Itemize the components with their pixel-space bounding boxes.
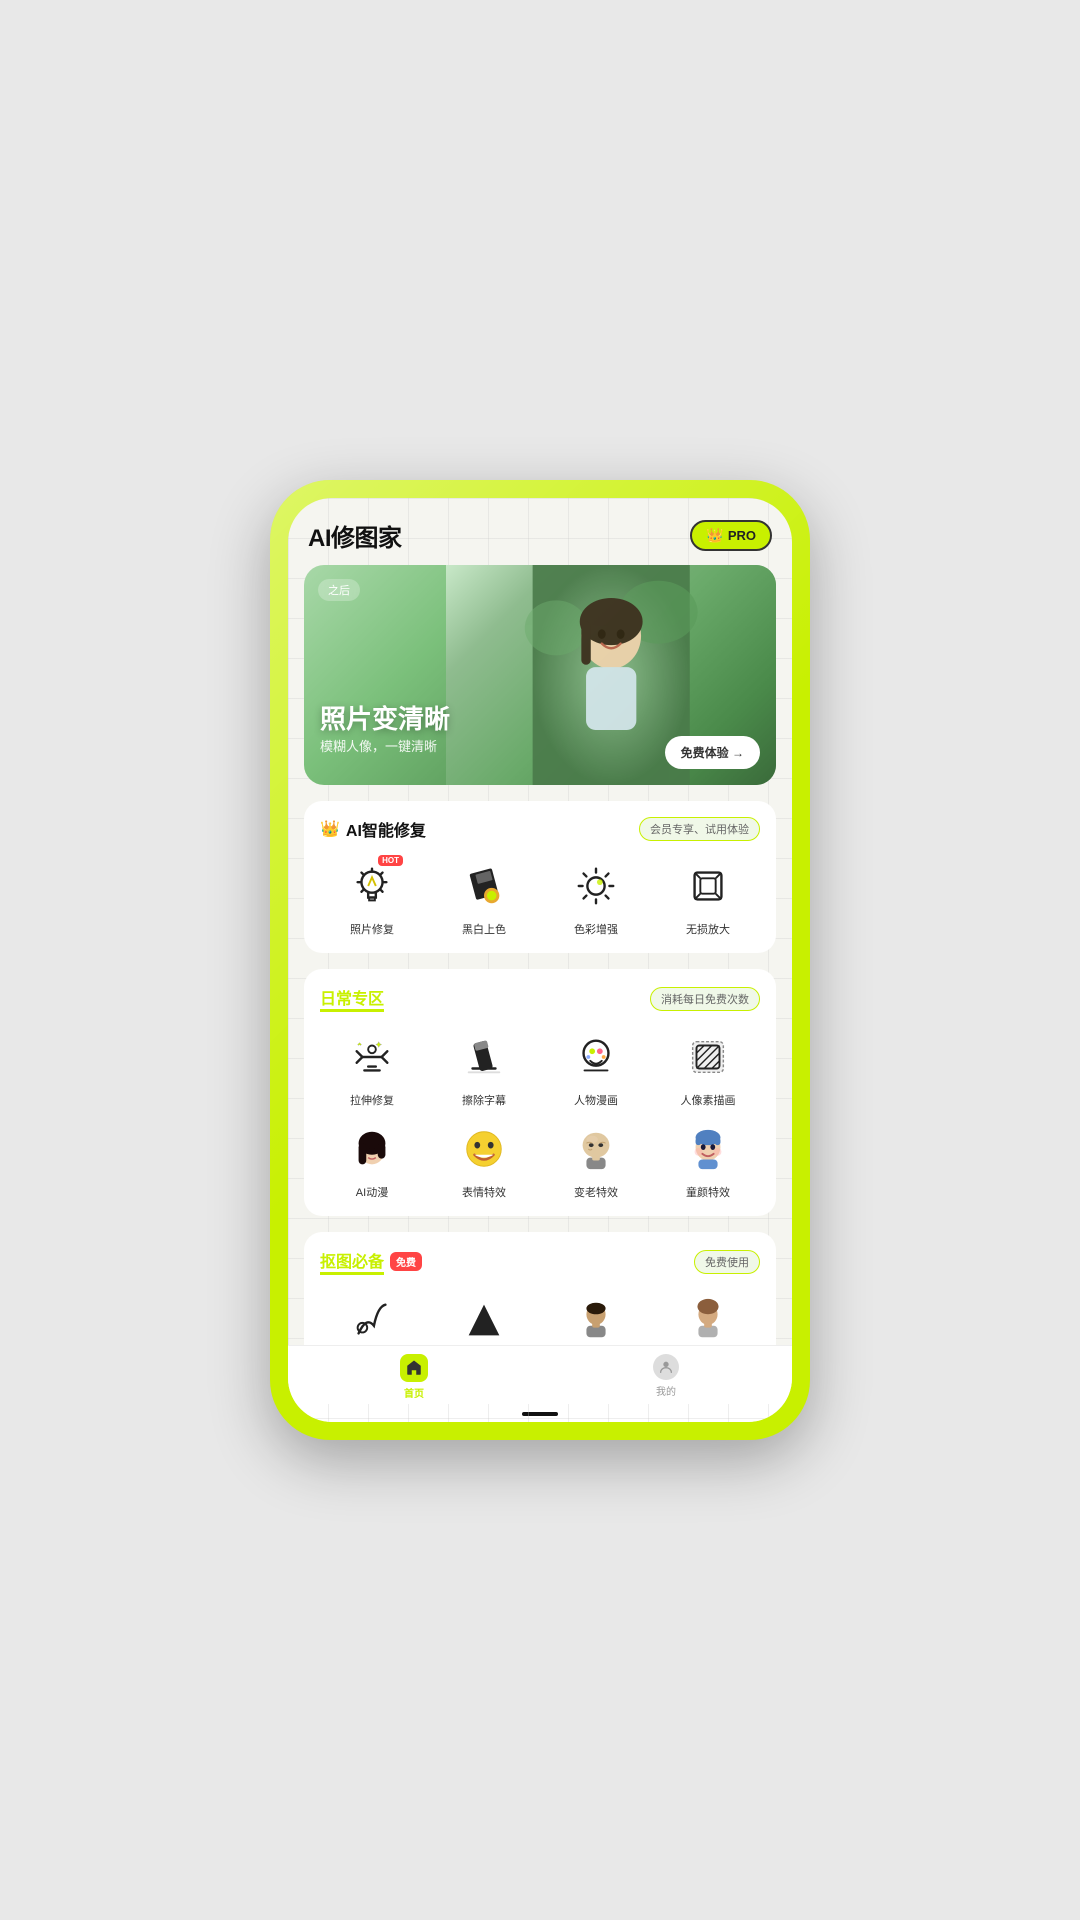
daily-young[interactable]: 童颜特效 <box>656 1120 760 1200</box>
daily-icon-grid-row1: 拉伸修复 擦除字幕 <box>320 1028 760 1108</box>
nav-home-label: 首页 <box>404 1385 424 1400</box>
pro-label: PRO <box>728 528 756 543</box>
nav-home[interactable]: 首页 <box>288 1354 540 1400</box>
home-indicator-bar <box>522 1412 558 1416</box>
daily-cartoon-label: 人物漫画 <box>574 1092 618 1108</box>
old-icon-box <box>567 1120 625 1178</box>
phone-screen: AI修图家 👑 PRO <box>288 498 792 1422</box>
cutout-icon-1 <box>343 1291 401 1345</box>
cutout-icon-grid <box>320 1291 760 1345</box>
pro-badge[interactable]: 👑 PRO <box>690 520 772 551</box>
cutout-section-badge: 免费使用 <box>694 1250 760 1274</box>
ai-feature-photo-repair[interactable]: HOT 照片修复 <box>320 857 424 937</box>
hero-cta-button[interactable]: 免费体验 → <box>665 736 760 769</box>
daily-section: 日常专区 消耗每日免费次数 <box>304 969 776 1216</box>
crown-icon: 👑 <box>706 527 723 544</box>
ai-feature-color[interactable]: 黑白上色 <box>432 857 536 937</box>
daily-section-header: 日常专区 消耗每日免费次数 <box>320 985 760 1012</box>
hero-title: 照片变清晰 <box>320 704 450 735</box>
young-icon-box <box>679 1120 737 1178</box>
cutout-section-title: 抠图必备 免费 <box>320 1248 422 1275</box>
hero-subtitle: 模糊人像，一键清晰 <box>320 736 437 755</box>
erase-icon-box <box>455 1028 513 1086</box>
bottom-nav: 首页 我的 <box>288 1345 792 1404</box>
cutout-item-4[interactable] <box>656 1291 760 1345</box>
hero-after-label: 之后 <box>318 579 360 601</box>
home-nav-icon <box>400 1354 428 1382</box>
daily-old[interactable]: 变老特效 <box>544 1120 648 1200</box>
daily-section-title: 日常专区 <box>320 985 384 1012</box>
daily-section-badge: 消耗每日免费次数 <box>650 987 760 1011</box>
cutout-item-3[interactable] <box>544 1291 648 1345</box>
phone-frame: AI修图家 👑 PRO <box>270 480 810 1440</box>
ai-section-badge: 会员专享、试用体验 <box>639 817 760 841</box>
nav-profile-label: 我的 <box>656 1383 676 1398</box>
cutout-icon-3 <box>567 1291 625 1345</box>
ai-feature-label-color: 黑白上色 <box>462 921 506 937</box>
ai-feature-enlarge[interactable]: 无损放大 <box>656 857 760 937</box>
ai-section-title: 👑 AI智能修复 <box>320 817 426 841</box>
cartoon-icon-box <box>567 1028 625 1086</box>
expression-icon-box <box>455 1120 513 1178</box>
hero-banner[interactable]: 之后 照片变清晰 模糊人像，一键清晰 免费体验 → <box>304 565 776 785</box>
hot-badge: HOT <box>378 855 403 866</box>
app-header: AI修图家 👑 PRO <box>288 498 792 565</box>
cutout-item-2[interactable] <box>432 1291 536 1345</box>
nav-profile[interactable]: 我的 <box>540 1354 792 1400</box>
home-indicator <box>288 1404 792 1422</box>
app-content[interactable]: AI修图家 👑 PRO <box>288 498 792 1345</box>
daily-stretch-label: 拉伸修复 <box>350 1092 394 1108</box>
ai-feature-enhance[interactable]: 色彩增强 <box>544 857 648 937</box>
daily-erase-label: 擦除字幕 <box>462 1092 506 1108</box>
daily-erase[interactable]: 擦除字幕 <box>432 1028 536 1108</box>
ai-icon-grid: HOT 照片修复 <box>320 857 760 937</box>
photo-repair-icon-box: HOT <box>343 857 401 915</box>
anime-icon-box <box>343 1120 401 1178</box>
app-title: AI修图家 <box>308 518 402 553</box>
daily-young-label: 童颜特效 <box>686 1184 730 1200</box>
ai-feature-label-enhance: 色彩增强 <box>574 921 618 937</box>
profile-nav-icon <box>653 1354 679 1380</box>
cutout-free-badge: 免费 <box>390 1252 422 1271</box>
daily-anime[interactable]: AI动漫 <box>320 1120 424 1200</box>
daily-expression[interactable]: 表情特效 <box>432 1120 536 1200</box>
ai-crown-icon: 👑 <box>320 819 340 839</box>
daily-stretch[interactable]: 拉伸修复 <box>320 1028 424 1108</box>
daily-sketch-label: 人像素描画 <box>681 1092 736 1108</box>
daily-sketch[interactable]: 人像素描画 <box>656 1028 760 1108</box>
sketch-icon-box <box>679 1028 737 1086</box>
cutout-section-header: 抠图必备 免费 免费使用 <box>320 1248 760 1275</box>
cutout-section: 抠图必备 免费 免费使用 <box>304 1232 776 1345</box>
stretch-icon-box <box>343 1028 401 1086</box>
enhance-icon-box <box>567 857 625 915</box>
daily-cartoon[interactable]: 人物漫画 <box>544 1028 648 1108</box>
ai-section: 👑 AI智能修复 会员专享、试用体验 <box>304 801 776 953</box>
ai-section-header: 👑 AI智能修复 会员专享、试用体验 <box>320 817 760 841</box>
enlarge-icon-box <box>679 857 737 915</box>
daily-expression-label: 表情特效 <box>462 1184 506 1200</box>
cutout-item-1[interactable] <box>320 1291 424 1345</box>
ai-feature-label-repair: 照片修复 <box>350 921 394 937</box>
color-icon-box <box>455 857 513 915</box>
ai-feature-label-enlarge: 无损放大 <box>686 921 730 937</box>
cutout-icon-4 <box>679 1291 737 1345</box>
daily-icon-grid-row2: AI动漫 表情特效 <box>320 1120 760 1200</box>
daily-old-label: 变老特效 <box>574 1184 618 1200</box>
daily-anime-label: AI动漫 <box>356 1184 388 1200</box>
cutout-icon-2 <box>455 1291 513 1345</box>
